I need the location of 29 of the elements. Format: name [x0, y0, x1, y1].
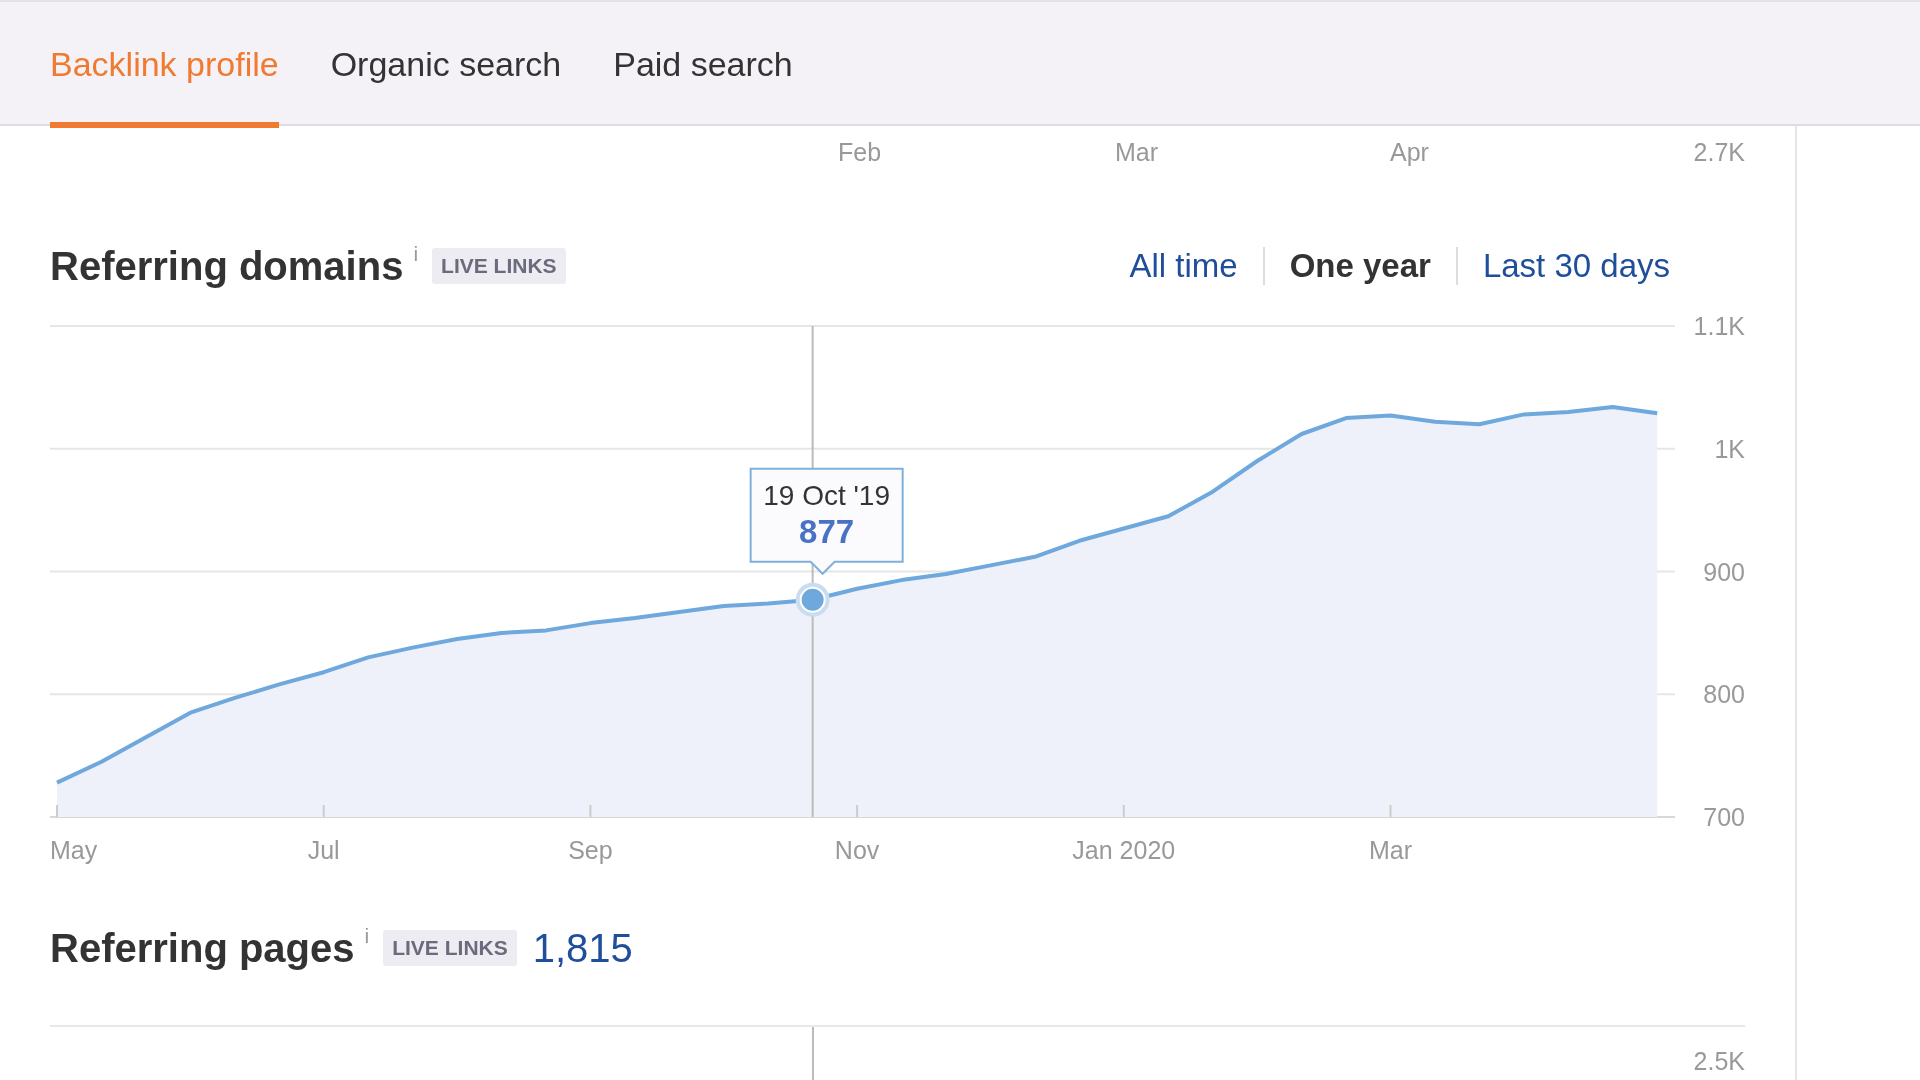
y-axis-label: 1.1K	[1693, 312, 1745, 340]
axis-label: 2.7K	[1693, 138, 1745, 167]
tab[interactable]: Organic search	[330, 2, 562, 128]
y-axis-label: 1K	[1714, 434, 1745, 463]
axis-label: Apr	[1390, 138, 1429, 167]
y-axis-label: 800	[1703, 680, 1745, 709]
tooltip-date: 19 Oct '19	[763, 479, 891, 511]
axis-label: Mar	[1115, 138, 1159, 167]
y-axis-label: 700	[1703, 803, 1745, 831]
section-title: Referring domains	[50, 243, 404, 289]
crosshair-line	[811, 1027, 814, 1080]
axis-label: Feb	[838, 138, 882, 167]
x-axis-label: May	[50, 836, 98, 864]
x-axis-label: Jul	[307, 836, 340, 864]
x-axis-label: Mar	[1368, 836, 1413, 864]
tooltip-value: 877	[799, 512, 855, 550]
live-links-badge: LIVE LINKS	[432, 248, 566, 284]
x-axis-label: Nov	[834, 836, 880, 864]
time-range-link[interactable]: Last 30 days	[1457, 247, 1695, 285]
y-axis-label: 2.5K	[1693, 1047, 1745, 1076]
time-range-link[interactable]: One year	[1264, 247, 1456, 285]
x-axis-label: Sep	[568, 836, 613, 864]
section-title: Referring pages	[50, 925, 355, 971]
y-axis-label: 900	[1703, 557, 1745, 586]
time-range-link[interactable]: All time	[1104, 247, 1263, 285]
x-axis-label: Jan 2020	[1072, 836, 1176, 864]
count-value: 1,815	[532, 925, 633, 971]
tab[interactable]: Paid search	[613, 2, 793, 128]
live-links-badge: LIVE LINKS	[383, 930, 517, 966]
